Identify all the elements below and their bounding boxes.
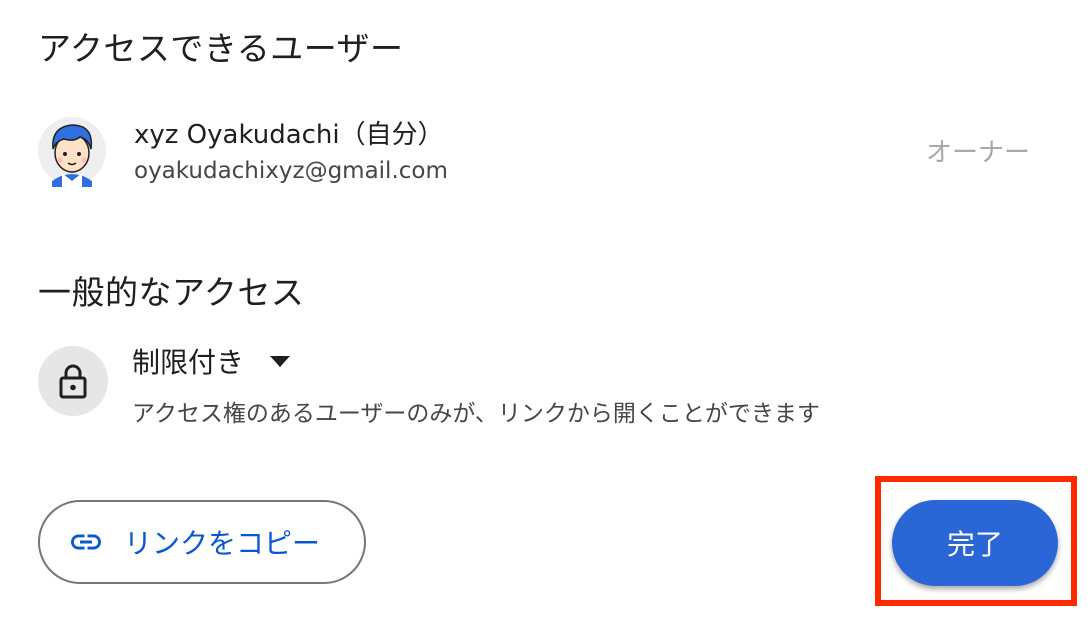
- done-label: 完了: [946, 528, 1003, 561]
- general-access-dropdown[interactable]: 制限付き: [132, 340, 291, 382]
- owner-role-label: オーナー: [925, 138, 1030, 168]
- link-icon: [71, 534, 101, 550]
- copy-link-button[interactable]: リンクをコピー: [38, 500, 366, 584]
- user-name: xyz Oyakudachi（自分）: [134, 120, 444, 150]
- general-access-title: 一般的なアクセス: [38, 273, 305, 312]
- caret-down-icon: [270, 355, 291, 367]
- done-button[interactable]: 完了: [892, 500, 1058, 586]
- lock-icon: [59, 364, 87, 399]
- user-avatar-icon: [38, 117, 106, 187]
- access-level-label: 制限付き: [132, 346, 245, 379]
- copy-link-label: リンクをコピー: [124, 527, 321, 560]
- lock-icon-container: [38, 346, 108, 416]
- access-description: アクセス権のあるユーザーのみが、リンクから開くことができます: [132, 401, 820, 427]
- user-email: oyakudachixyz@gmail.com: [134, 158, 448, 184]
- people-with-access-title: アクセスできるユーザー: [38, 29, 404, 68]
